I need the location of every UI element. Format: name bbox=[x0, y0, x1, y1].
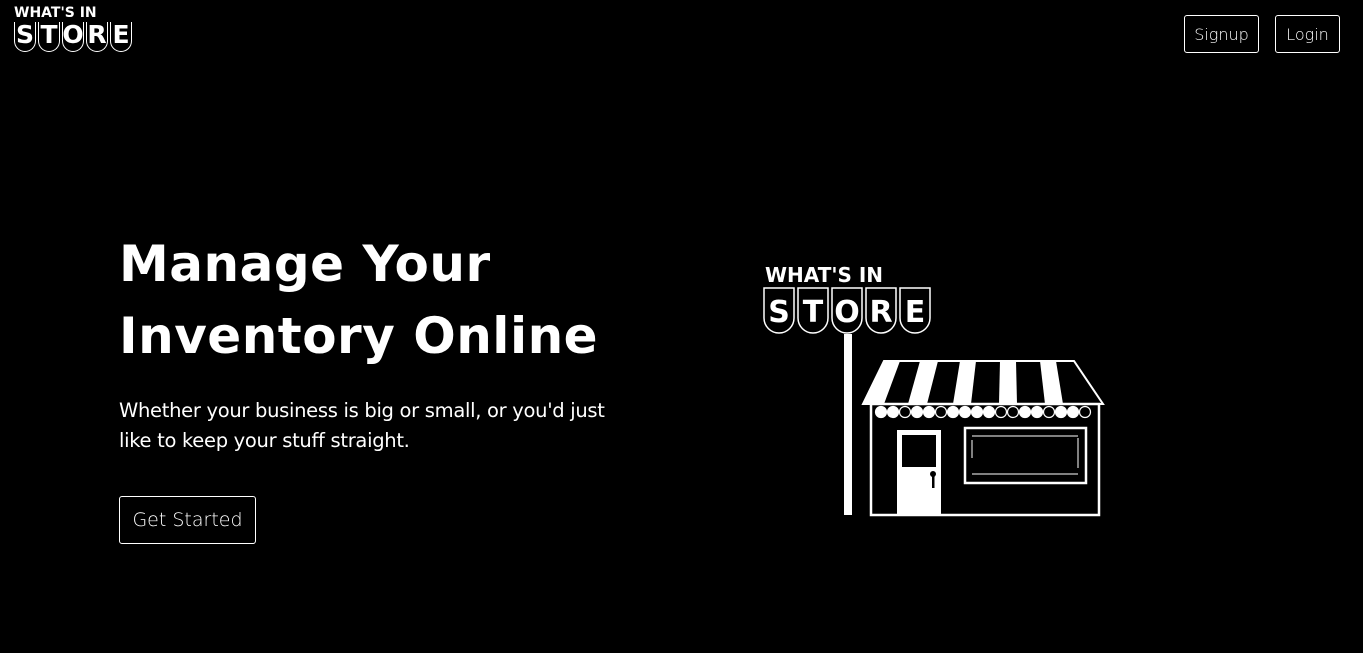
hero-title-line2: Inventory Online bbox=[119, 307, 599, 365]
login-button[interactable]: Login bbox=[1275, 15, 1340, 53]
store-window bbox=[963, 426, 1088, 485]
hero-title-line1: Manage Your bbox=[119, 235, 491, 293]
get-started-button[interactable]: Get Started bbox=[119, 496, 256, 544]
hero-subtitle: Whether your business is big or small, o… bbox=[119, 399, 605, 452]
sign-letter: S bbox=[768, 295, 790, 330]
sign-letter: R bbox=[869, 295, 892, 330]
hero-title: Manage Your Inventory Online bbox=[119, 228, 639, 372]
logo-letter: O bbox=[62, 22, 84, 52]
sign-letter: O bbox=[834, 295, 860, 330]
sign-letter: T bbox=[803, 295, 824, 330]
logo-letter: E bbox=[110, 22, 132, 52]
awning bbox=[861, 360, 1105, 405]
logo-letter: R bbox=[86, 22, 108, 52]
awning-scallops bbox=[874, 405, 1092, 419]
sign-top-text: WHAT'S IN bbox=[765, 263, 883, 287]
sign-letter: E bbox=[905, 295, 926, 330]
storefront-illustration: WHAT'S IN S T O R E bbox=[763, 263, 1105, 517]
landing-page: WHAT'S IN S T O R E Signup Login Manage … bbox=[0, 0, 1363, 653]
signup-button[interactable]: Signup bbox=[1184, 15, 1259, 53]
logo-letter: S bbox=[14, 22, 36, 52]
logo-store-word: S T O R E bbox=[14, 22, 134, 52]
logo[interactable]: WHAT'S IN S T O R E bbox=[14, 5, 136, 57]
sign-pole bbox=[844, 334, 852, 515]
logo-top-text: WHAT'S IN bbox=[14, 5, 97, 21]
store-door bbox=[897, 430, 941, 515]
logo-letter: T bbox=[38, 22, 60, 52]
